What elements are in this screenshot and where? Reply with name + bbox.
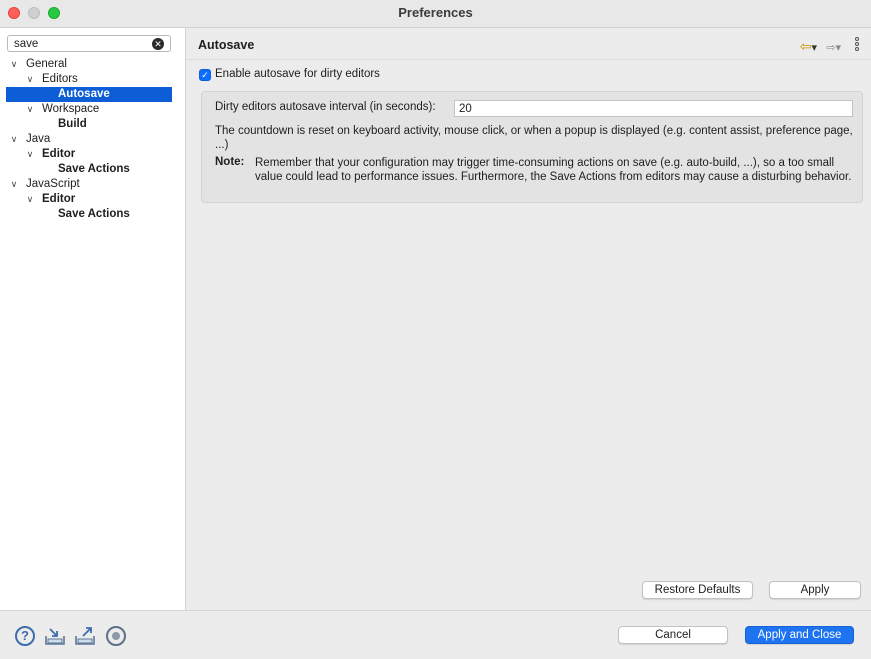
tree-item[interactable]: ∨ JavaScript: [0, 177, 185, 192]
tree-item-label: Java: [26, 133, 51, 145]
tree-item-label: Editor: [42, 148, 76, 160]
title-bar: Preferences: [0, 0, 871, 28]
back-arrow-icon[interactable]: ⇦: [800, 38, 812, 55]
chevron-down-icon[interactable]: ∨: [9, 57, 19, 72]
help-icon[interactable]: ?: [15, 626, 35, 646]
enable-autosave-checkbox[interactable]: ✓: [199, 69, 211, 81]
countdown-description: The countdown is reset on keyboard activ…: [215, 125, 853, 151]
tree-item[interactable]: Autosave: [6, 87, 172, 102]
preference-tree: ∨ General ∨ Editors Autosave ∨ Workspace Build ∨…: [0, 57, 185, 222]
tree-item-label: General: [26, 58, 67, 70]
bottom-bar: ? Cancel Apply and Close: [0, 610, 871, 659]
cancel-button[interactable]: Cancel: [618, 626, 728, 644]
header-divider: [186, 59, 871, 60]
tree-item[interactable]: ∨ General: [0, 57, 185, 72]
note-text: Remember that your configuration may tri…: [255, 157, 852, 183]
filter-field[interactable]: ✕: [7, 35, 171, 52]
chevron-down-icon[interactable]: ∨: [9, 132, 19, 147]
tree-item-label: Save Actions: [58, 163, 130, 175]
export-icon[interactable]: [74, 626, 95, 646]
restore-defaults-button[interactable]: Restore Defaults: [642, 581, 753, 599]
tree-item-label: Save Actions: [58, 208, 130, 220]
tree-item[interactable]: Build: [0, 117, 185, 132]
chevron-down-icon[interactable]: ∨: [9, 177, 19, 192]
record-icon[interactable]: [106, 626, 126, 646]
interval-label: Dirty editors autosave interval (in seco…: [215, 101, 436, 113]
tree-item[interactable]: ∨ Java: [0, 132, 185, 147]
chevron-down-icon[interactable]: ∨: [25, 102, 35, 117]
apply-and-close-button[interactable]: Apply and Close: [745, 626, 854, 644]
filter-input[interactable]: [14, 36, 144, 51]
forward-dropdown-icon[interactable]: ▾: [835, 41, 841, 54]
tree-item-label: Editor: [42, 193, 76, 205]
page-title: Autosave: [198, 38, 255, 52]
tree-item[interactable]: ∨ Editor: [0, 192, 185, 207]
tree-item-label: Build: [58, 118, 87, 130]
forward-arrow-icon[interactable]: ⇨: [826, 41, 835, 54]
import-icon[interactable]: [44, 626, 65, 646]
tree-item[interactable]: Save Actions: [0, 162, 185, 177]
tree-item[interactable]: Save Actions: [0, 207, 185, 222]
interval-input[interactable]: [454, 100, 853, 117]
tree-item-label: Autosave: [58, 88, 110, 100]
note-label: Note:: [215, 156, 245, 168]
autosave-settings-group: Dirty editors autosave interval (in seco…: [201, 91, 863, 203]
more-options-icon[interactable]: [855, 37, 859, 52]
history-nav: ⇦▾ ⇨▾: [800, 38, 841, 55]
tree-item-label: Editors: [42, 73, 78, 85]
tree-item[interactable]: ∨ Editors: [0, 72, 185, 87]
window-title: Preferences: [398, 5, 473, 20]
enable-autosave-label: Enable autosave for dirty editors: [215, 68, 380, 80]
apply-button[interactable]: Apply: [769, 581, 861, 599]
preferences-sidebar: ✕ ∨ General ∨ Editors Autosave ∨ Workspace Buil…: [0, 28, 186, 610]
tree-item-label: JavaScript: [26, 178, 80, 190]
chevron-down-icon[interactable]: ∨: [25, 192, 35, 207]
tree-item-label: Workspace: [42, 103, 100, 115]
chevron-down-icon[interactable]: ∨: [25, 72, 35, 87]
tree-item[interactable]: ∨ Editor: [0, 147, 185, 162]
clear-filter-icon[interactable]: ✕: [152, 38, 164, 50]
tree-item[interactable]: ∨ Workspace: [0, 102, 185, 117]
back-dropdown-icon[interactable]: ▾: [812, 41, 818, 54]
chevron-down-icon[interactable]: ∨: [25, 147, 35, 162]
main-panel: Autosave ⇦▾ ⇨▾ ✓ Enable autosave for dir…: [186, 28, 871, 610]
